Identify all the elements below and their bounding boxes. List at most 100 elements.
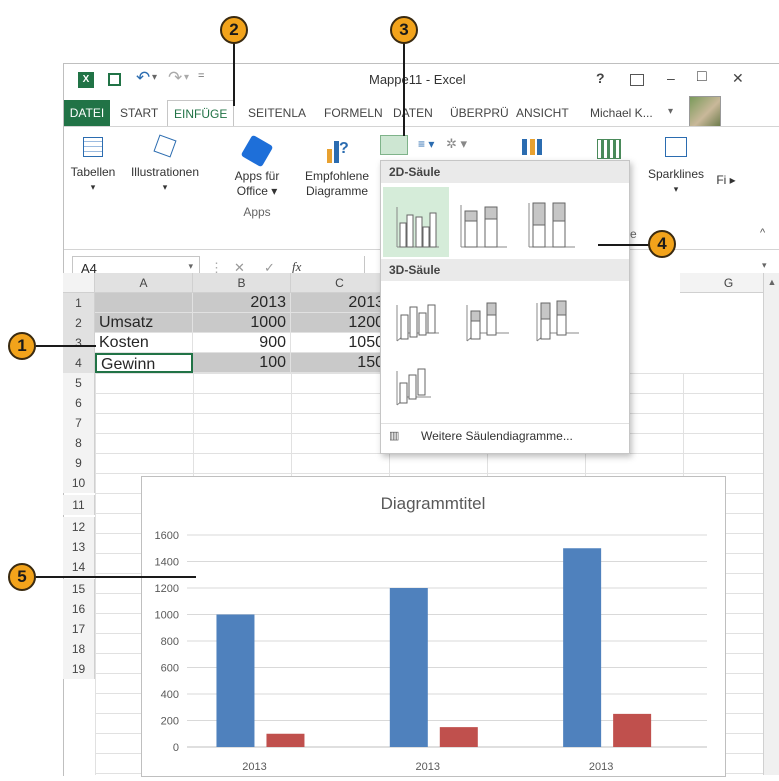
expand-formula-bar-icon[interactable]: ▾: [762, 260, 767, 271]
customize-quick-access-icon[interactable]: =: [198, 70, 204, 82]
cell-a1[interactable]: [95, 293, 193, 313]
chart-area[interactable]: Diagrammtitel 0 200 400 600 800 1000 1200 1400 16…: [141, 476, 726, 777]
row-header-9[interactable]: 9: [63, 453, 95, 473]
name-box-dropdown-icon[interactable]: ▾: [188, 261, 193, 272]
stacked-100-column-option[interactable]: [519, 187, 585, 257]
cell-a3[interactable]: Kosten: [95, 333, 193, 353]
tab-insert[interactable]: EINFÜGE: [167, 100, 235, 127]
apps-cube-icon: [240, 134, 274, 168]
select-all-corner[interactable]: [63, 273, 95, 293]
illustrations-button[interactable]: Illustrationen ▾: [122, 134, 208, 195]
y-tick-label: 200: [161, 716, 179, 728]
cell-b3[interactable]: 900: [193, 333, 291, 353]
row-header-4[interactable]: 4: [63, 353, 95, 373]
3d-column-option[interactable]: [385, 353, 449, 413]
radar-chart-button[interactable]: ✲ ▾: [446, 136, 467, 152]
tab-formulas[interactable]: FORMELN: [318, 100, 389, 126]
user-dropdown-icon[interactable]: ▾: [668, 106, 673, 117]
callout-2: 2: [220, 16, 248, 44]
bar-chart-button[interactable]: ≡ ▾: [418, 137, 434, 151]
tab-start[interactable]: START: [114, 100, 164, 126]
sparklines-button[interactable]: Sparklines ▾: [640, 137, 712, 197]
cell-a2[interactable]: Umsatz: [95, 313, 193, 333]
cell-b4[interactable]: 100: [193, 353, 291, 373]
recommended-charts-button[interactable]: ? Empfohlene Diagramme: [294, 139, 380, 199]
column-header-c[interactable]: C: [291, 273, 389, 293]
sparklines-label: Sparklines: [647, 167, 705, 181]
avatar[interactable]: [689, 96, 721, 128]
tab-view[interactable]: ANSICHT: [510, 100, 575, 126]
row-header-2[interactable]: 2: [63, 313, 95, 333]
tab-page-layout[interactable]: SEITENLA: [242, 100, 312, 126]
tab-review[interactable]: ÜBERPRÜ: [444, 100, 515, 126]
3d-stacked-100-column-option[interactable]: [525, 285, 589, 349]
more-column-charts-option[interactable]: ▥ Weitere Säulendiagramme...: [381, 423, 629, 450]
row-header-10[interactable]: 10: [63, 473, 95, 493]
x-tick-label: 2013: [242, 761, 266, 773]
collapse-ribbon-icon[interactable]: ^: [760, 227, 765, 239]
pivot-chart-icon: [597, 139, 621, 159]
row-header-8[interactable]: 8: [63, 433, 95, 453]
column-header-b[interactable]: B: [193, 273, 291, 293]
row-header-13[interactable]: 13: [63, 537, 95, 557]
y-tick-label: 1400: [155, 557, 179, 569]
clustered-column-option[interactable]: [383, 187, 449, 257]
row-header-6[interactable]: 6: [63, 393, 95, 413]
pivot-chart-button[interactable]: [594, 139, 624, 159]
y-tick-label: 800: [161, 636, 179, 648]
y-tick-label: 400: [161, 689, 179, 701]
undo-dropdown-icon[interactable]: ▾: [152, 72, 157, 83]
cell-c1[interactable]: 2013: [291, 293, 389, 313]
3d-stacked-column-option[interactable]: [455, 285, 519, 349]
redo-dropdown-icon[interactable]: ▾: [184, 72, 189, 83]
cell-a4[interactable]: Gewinn: [95, 353, 193, 373]
ribbon-tabs: DATEI START EINFÜGE SEITENLA FORMELN DAT…: [64, 96, 779, 128]
tables-button[interactable]: Tabellen ▾: [64, 137, 122, 195]
row-header-16[interactable]: 16: [63, 599, 95, 619]
column-chart-button[interactable]: [380, 135, 408, 155]
help-button[interactable]: ?: [596, 70, 605, 86]
stacked-column-option[interactable]: [451, 187, 517, 257]
row-header-5[interactable]: 5: [63, 373, 95, 393]
maximize-button[interactable]: □: [697, 68, 707, 86]
excel-logo-icon: X: [78, 72, 94, 88]
scroll-up-icon[interactable]: ▲: [764, 277, 779, 287]
vertical-scrollbar[interactable]: ▲: [763, 273, 779, 775]
row-header-1[interactable]: 1: [63, 293, 95, 313]
tab-file[interactable]: DATEI: [64, 100, 110, 126]
row-header-19[interactable]: 19: [63, 659, 95, 679]
row-header-3[interactable]: 3: [63, 333, 95, 353]
callout-1-line: [36, 345, 96, 347]
row-header-15[interactable]: 15: [63, 579, 95, 599]
cell-b1[interactable]: 2013: [193, 293, 291, 313]
ribbon-display-options-icon[interactable]: [630, 74, 644, 86]
callout-3-line: [403, 42, 405, 136]
combo-chart-button[interactable]: [522, 139, 542, 155]
row-header-7[interactable]: 7: [63, 413, 95, 433]
close-button[interactable]: ✕: [732, 70, 744, 87]
save-icon[interactable]: [108, 73, 121, 86]
row-header-18[interactable]: 18: [63, 639, 95, 659]
redo-icon[interactable]: ↷: [168, 68, 182, 88]
row-header-11[interactable]: 11: [63, 495, 95, 515]
undo-icon[interactable]: ↶: [136, 68, 150, 88]
apps-for-office-button[interactable]: Apps für Office ▾ Apps: [222, 134, 292, 220]
illustrations-label: Illustrationen: [130, 165, 200, 179]
3d-clustered-column-option[interactable]: [385, 285, 449, 349]
row-header-14[interactable]: 14: [63, 557, 95, 577]
cell-b2[interactable]: 1000: [193, 313, 291, 333]
filter-button[interactable]: Fi ▸: [712, 173, 740, 188]
column-header-a[interactable]: A: [95, 273, 193, 293]
user-name[interactable]: Michael K...: [584, 100, 659, 126]
tab-data[interactable]: DATEN: [387, 100, 439, 126]
window-title: Mappe11 - Excel: [369, 72, 466, 87]
cell-c3[interactable]: 1050: [291, 333, 389, 353]
cell-c4[interactable]: 150: [291, 353, 389, 373]
cell-c2[interactable]: 1200: [291, 313, 389, 333]
row-header-12[interactable]: 12: [63, 517, 95, 537]
ribbon-group-tail: e: [630, 227, 637, 241]
minimize-button[interactable]: –: [667, 70, 675, 86]
callout-5-line: [36, 576, 196, 578]
chart-bar: [439, 727, 478, 747]
row-header-17[interactable]: 17: [63, 619, 95, 639]
